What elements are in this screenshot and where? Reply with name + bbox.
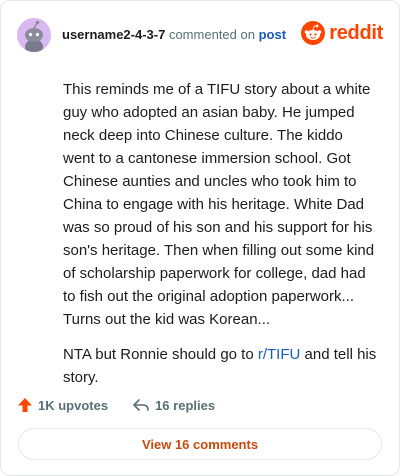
reply-button[interactable]: 16 replies: [132, 397, 215, 413]
comment-header: username2-4-3-7 commented on post reddit: [17, 17, 383, 53]
comment-card: username2-4-3-7 commented on post reddit…: [0, 0, 400, 476]
reply-count: 16 replies: [155, 397, 216, 413]
action-text: commented on: [168, 27, 255, 42]
comment-body: This reminds me of a TIFU story about a …: [63, 78, 377, 401]
upvote-button[interactable]: 1K upvotes: [17, 397, 108, 413]
comment-paragraph: This reminds me of a TIFU story about a …: [63, 81, 375, 328]
post-link[interactable]: post: [259, 27, 286, 42]
subreddit-link[interactable]: r/TIFU: [258, 346, 301, 363]
comment-actions: 1K upvotes 16 replies: [17, 395, 239, 415]
snoo-avatar-icon: [17, 18, 51, 52]
reply-arrow-icon: [133, 399, 149, 411]
view-comments-button[interactable]: View 16 comments: [18, 428, 382, 460]
reddit-logo[interactable]: reddit: [301, 21, 383, 45]
upvote-arrow-icon: [18, 398, 32, 412]
comment-paragraph: NTA but Ronnie should go to r/TIFU and t…: [63, 343, 377, 389]
username[interactable]: username2-4-3-7: [62, 27, 165, 42]
reddit-logo-icon: [301, 21, 326, 45]
avatar[interactable]: [17, 18, 51, 52]
reddit-wordmark: reddit: [329, 21, 383, 44]
comment-text: NTA but Ronnie should go to: [63, 346, 258, 363]
comment-meta: username2-4-3-7 commented on post: [62, 27, 286, 43]
upvote-count: 1K upvotes: [38, 397, 109, 413]
